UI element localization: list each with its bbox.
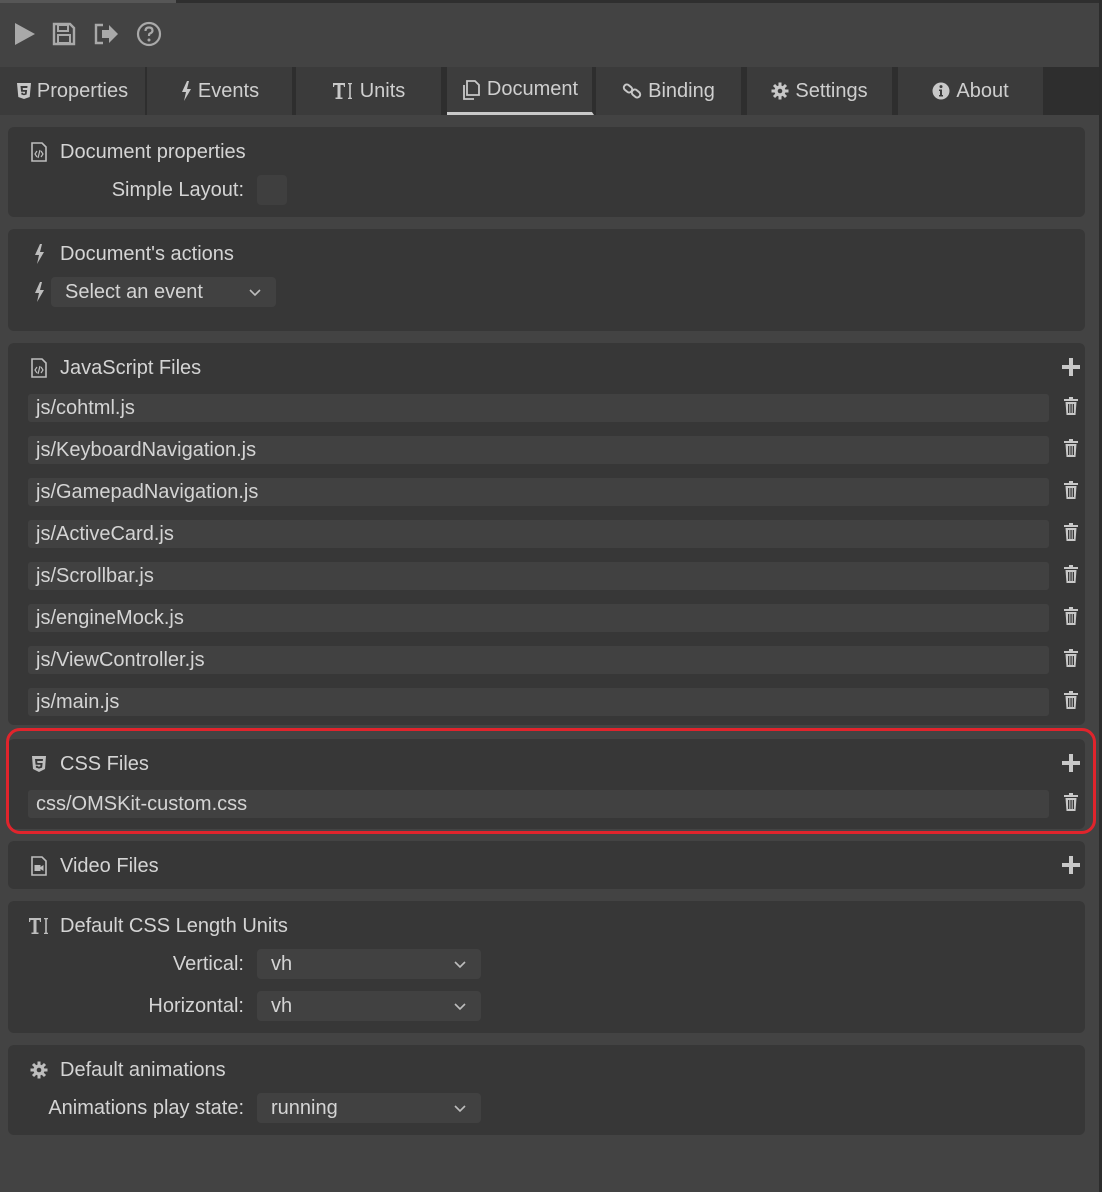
- horizontal-units-value: vh: [271, 994, 293, 1017]
- animations-panel: Default animations Animations play state…: [8, 1045, 1085, 1135]
- video-file-icon: [28, 855, 50, 877]
- tab-label: Events: [197, 79, 260, 102]
- js-file-item[interactable]: js/GamepadNavigation.js: [28, 478, 1049, 506]
- tab-label: About: [956, 79, 1009, 102]
- info-icon: [932, 82, 950, 100]
- tab-label: Units: [359, 79, 406, 102]
- video-files-panel: Video Files: [8, 841, 1085, 889]
- js-file-item[interactable]: js/ViewController.js: [28, 646, 1049, 674]
- chevron-down-icon: [249, 289, 261, 297]
- vertical-units-value: vh: [271, 952, 293, 975]
- simple-layout-label: Simple Layout:: [111, 179, 244, 201]
- tab-label: Binding: [648, 79, 715, 102]
- tab-bar: Properties Events Units Document Binding…: [0, 67, 1099, 115]
- bolt-icon: [28, 281, 50, 303]
- panel-header: CSS Files: [28, 752, 149, 776]
- tab-events[interactable]: Events: [147, 67, 294, 115]
- trash-icon[interactable]: [1062, 606, 1080, 626]
- panel-title: Video Files: [60, 854, 159, 877]
- trash-icon[interactable]: [1062, 792, 1080, 812]
- play-state-select[interactable]: running: [257, 1093, 481, 1123]
- text-size-icon: [28, 915, 50, 937]
- add-video-file-plus-icon[interactable]: [1062, 856, 1080, 874]
- code-file-icon: [28, 357, 50, 379]
- html5-icon: [16, 83, 31, 99]
- trash-icon[interactable]: [1062, 438, 1080, 458]
- panel-header: Document's actions: [28, 242, 234, 266]
- panel-header: Document properties: [28, 140, 246, 164]
- tab-label: Document: [486, 78, 579, 100]
- tab-properties[interactable]: Properties: [0, 67, 147, 115]
- css-units-panel: Default CSS Length Units Vertical: vh Ho…: [8, 901, 1085, 1033]
- vertical-units-select[interactable]: vh: [257, 949, 481, 979]
- trash-icon[interactable]: [1062, 522, 1080, 542]
- chevron-down-icon: [454, 1105, 466, 1113]
- panel-header: Default CSS Length Units: [28, 914, 288, 938]
- panel-title: Document properties: [60, 140, 246, 163]
- play-state-value: running: [271, 1096, 338, 1119]
- panel-header: JavaScript Files: [28, 356, 201, 380]
- trash-icon[interactable]: [1062, 648, 1080, 668]
- vertical-label: Vertical:: [172, 953, 244, 975]
- js-file-item[interactable]: js/Scrollbar.js: [28, 562, 1049, 590]
- document-properties-panel: Document properties Simple Layout:: [8, 127, 1085, 217]
- play-state-label: Animations play state:: [48, 1097, 244, 1119]
- panel-header: Default animations: [28, 1058, 226, 1082]
- bolt-icon: [28, 243, 50, 265]
- tab-label: Properties: [36, 79, 129, 102]
- panel-header: Video Files: [28, 854, 159, 878]
- panel-title: Document's actions: [60, 242, 234, 265]
- css-files-panel: CSS Files css/OMSKit-custom.css: [8, 739, 1085, 829]
- js-file-item[interactable]: js/ActiveCard.js: [28, 520, 1049, 548]
- tab-settings[interactable]: Settings: [747, 67, 894, 115]
- tab-document[interactable]: Document: [447, 67, 594, 115]
- trash-icon[interactable]: [1062, 564, 1080, 584]
- trash-icon[interactable]: [1062, 396, 1080, 416]
- gear-icon: [771, 82, 789, 100]
- panel-title: Default CSS Length Units: [60, 914, 288, 937]
- documents-icon: [461, 79, 481, 100]
- toolbar: [0, 3, 1099, 67]
- tab-about[interactable]: About: [898, 67, 1045, 115]
- export-icon[interactable]: [90, 18, 122, 50]
- save-icon[interactable]: [48, 18, 80, 50]
- tab-units[interactable]: Units: [296, 67, 443, 115]
- play-icon[interactable]: [8, 18, 40, 50]
- chevron-down-icon: [454, 1003, 466, 1011]
- link-icon: [622, 81, 642, 101]
- tab-binding[interactable]: Binding: [596, 67, 743, 115]
- javascript-files-panel: JavaScript Files js/cohtml.js js/Keyboar…: [8, 343, 1085, 725]
- tab-label: Settings: [795, 79, 868, 102]
- panel-title: Default animations: [60, 1058, 226, 1081]
- event-select-value: Select an event: [65, 280, 203, 303]
- simple-layout-checkbox[interactable]: [257, 175, 287, 205]
- horizontal-units-select[interactable]: vh: [257, 991, 481, 1021]
- js-file-item[interactable]: js/cohtml.js: [28, 394, 1049, 422]
- chevron-down-icon: [454, 961, 466, 969]
- bolt-icon: [180, 81, 192, 101]
- help-icon[interactable]: [133, 18, 165, 50]
- css-file-item[interactable]: css/OMSKit-custom.css: [28, 790, 1049, 818]
- panel-title: CSS Files: [60, 752, 149, 775]
- panel-title: JavaScript Files: [60, 356, 202, 379]
- js-file-item[interactable]: js/main.js: [28, 688, 1049, 716]
- trash-icon[interactable]: [1062, 480, 1080, 500]
- gear-icon: [28, 1059, 50, 1081]
- code-file-icon: [28, 141, 50, 163]
- js-file-item[interactable]: js/KeyboardNavigation.js: [28, 436, 1049, 464]
- add-js-file-plus-icon[interactable]: [1062, 358, 1080, 376]
- horizontal-label: Horizontal:: [148, 995, 244, 1017]
- js-file-item[interactable]: js/engineMock.js: [28, 604, 1049, 632]
- event-select[interactable]: Select an event: [51, 277, 276, 307]
- css3-icon: [28, 753, 50, 775]
- text-size-icon: [332, 82, 354, 100]
- trash-icon[interactable]: [1062, 690, 1080, 710]
- add-css-file-plus-icon[interactable]: [1062, 754, 1080, 772]
- document-actions-panel: Document's actions Select an event: [8, 229, 1085, 331]
